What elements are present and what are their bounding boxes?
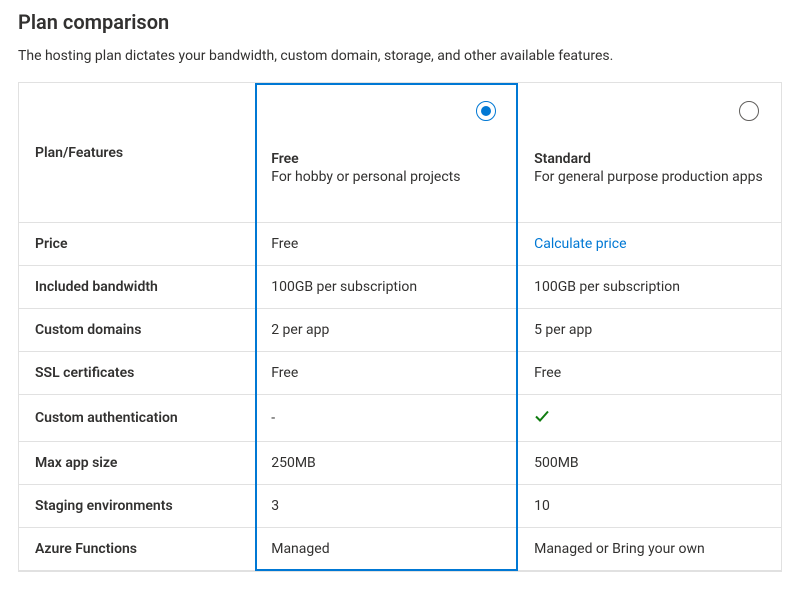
header-label: Plan/Features: [19, 83, 255, 222]
feature-value: 100GB per subscription: [255, 266, 518, 308]
feature-value: 100GB per subscription: [518, 266, 781, 308]
feature-value: 3: [255, 485, 518, 527]
feature-label: SSL certificates: [19, 352, 255, 394]
feature-label: Included bandwidth: [19, 266, 255, 308]
plan-comparison-table: Plan/FeaturesFreeFor hobby or personal p…: [18, 82, 782, 572]
plan-name: Free: [271, 151, 502, 167]
feature-value: 250MB: [255, 442, 518, 484]
feature-value[interactable]: Calculate price: [518, 223, 781, 265]
plan-description: For hobby or personal projects: [271, 169, 502, 185]
feature-value: Managed: [255, 528, 518, 570]
feature-value: 5 per app: [518, 309, 781, 351]
plan-radio-free[interactable]: [476, 101, 496, 121]
table-row: Staging environments310: [19, 485, 781, 528]
page-title: Plan comparison: [18, 10, 782, 34]
feature-value: Managed or Bring your own: [518, 528, 781, 570]
table-header-row: Plan/Features Free For hobby or personal p…: [19, 83, 781, 223]
feature-value: Free: [255, 223, 518, 265]
plan-header-standard: Standard For general purpose production a…: [518, 83, 781, 222]
feature-value: 2 per app: [255, 309, 518, 351]
page-subtitle: The hosting plan dictates your bandwidth…: [18, 48, 782, 64]
calculate-price-link[interactable]: Calculate price: [534, 236, 626, 252]
plan-name: Standard: [534, 151, 765, 167]
table-row: SSL certificatesFreeFree: [19, 352, 781, 395]
plan-description: For general purpose production apps: [534, 169, 765, 185]
feature-value: [518, 395, 781, 441]
table-row: PriceFree Calculate price: [19, 223, 781, 266]
table-row: Included bandwidth100GB per subscription…: [19, 266, 781, 309]
table-row: Max app size250MB500MB: [19, 442, 781, 485]
feature-label: Staging environments: [19, 485, 255, 527]
feature-label: Custom domains: [19, 309, 255, 351]
feature-value: Free: [518, 352, 781, 394]
plan-radio-standard[interactable]: [739, 101, 759, 121]
feature-value: 500MB: [518, 442, 781, 484]
table-row: Custom domains2 per app5 per app: [19, 309, 781, 352]
table-row: Azure FunctionsManagedManaged or Bring y…: [19, 528, 781, 571]
feature-value: Free: [255, 352, 518, 394]
feature-value: -: [255, 395, 518, 441]
table-row: Custom authentication-: [19, 395, 781, 442]
check-icon: [534, 408, 550, 428]
feature-label: Custom authentication: [19, 395, 255, 441]
plan-header-free: Free For hobby or personal projects: [255, 83, 518, 222]
feature-label: Price: [19, 223, 255, 265]
feature-value: 10: [518, 485, 781, 527]
feature-label: Max app size: [19, 442, 255, 484]
feature-label: Azure Functions: [19, 528, 255, 570]
